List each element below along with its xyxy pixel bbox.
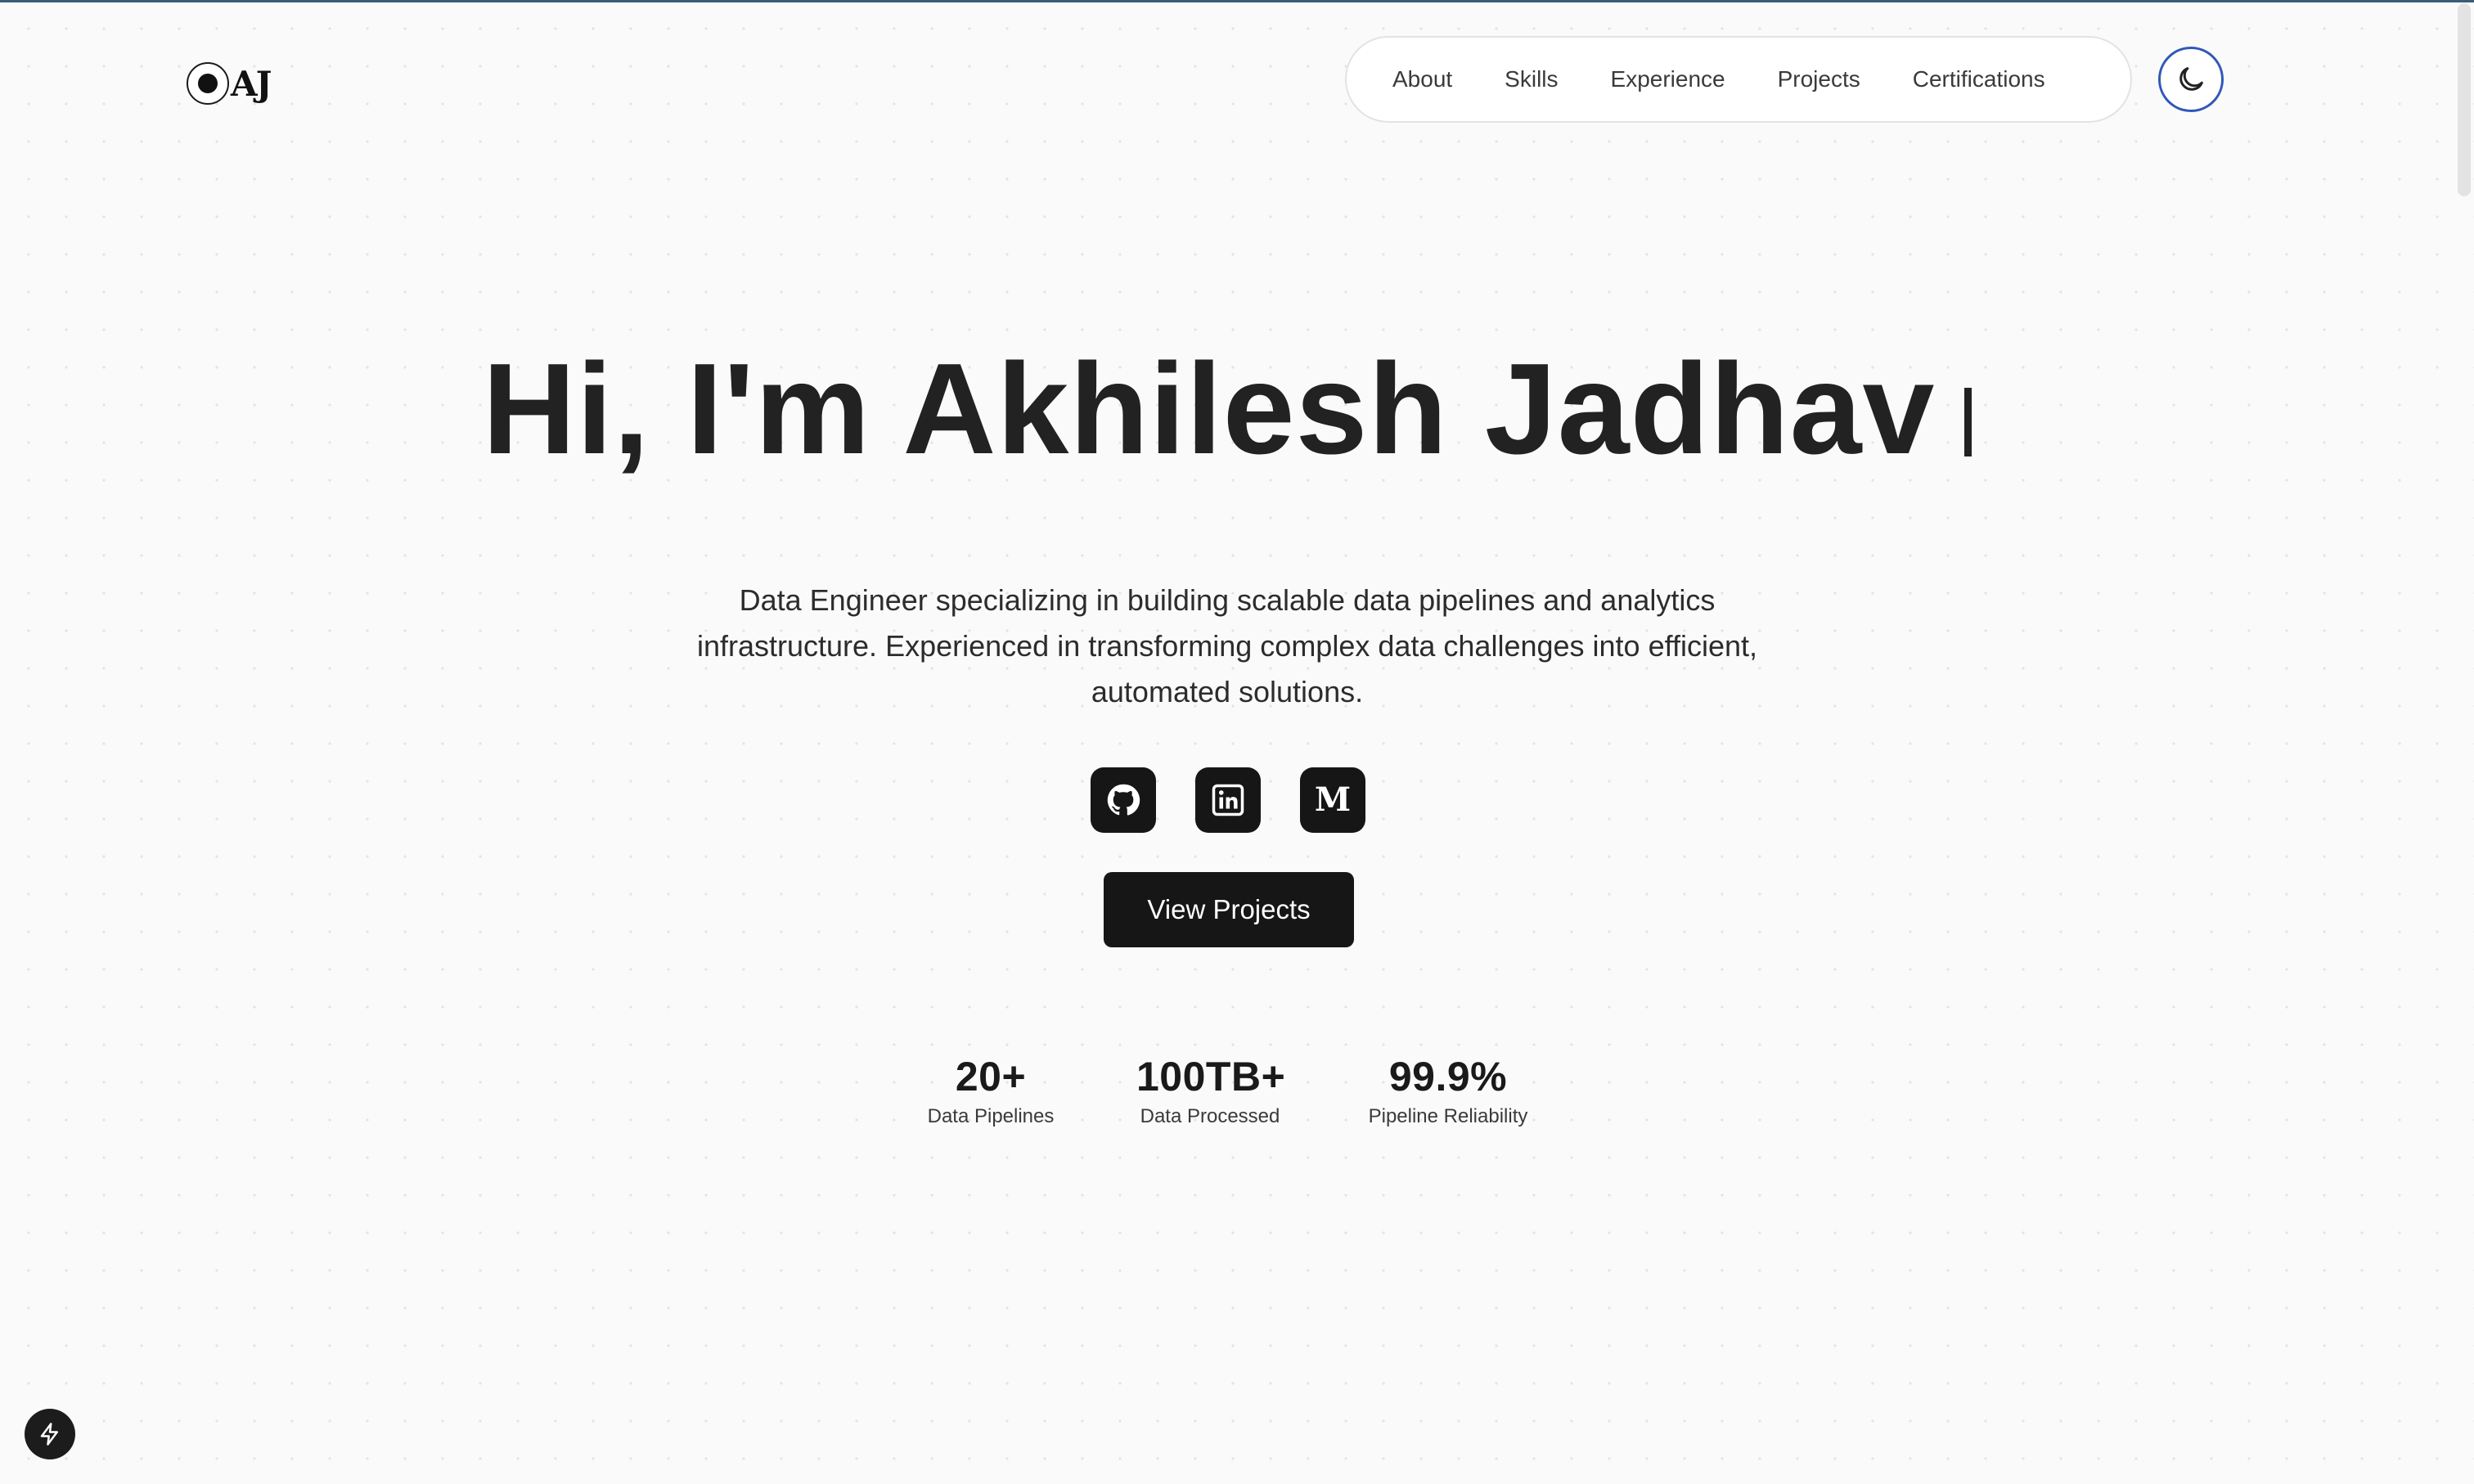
medium-icon: M (1314, 780, 1352, 819)
social-links: M (1091, 767, 1365, 833)
nav-item-certifications[interactable]: Certifications (1913, 66, 2045, 92)
devtools-bolt-button[interactable] (25, 1409, 75, 1459)
view-projects-button[interactable]: View Projects (1104, 872, 1354, 947)
hero-title-text: Hi, I'm Akhilesh Jadhav (482, 337, 1936, 481)
linkedin-icon (1212, 784, 1244, 816)
nav-item-experience[interactable]: Experience (1611, 66, 1725, 92)
top-accent-line (0, 0, 2474, 2)
theme-toggle-button[interactable] (2158, 47, 2224, 112)
medium-link[interactable]: M (1300, 767, 1365, 833)
github-icon (1107, 784, 1140, 816)
nav-item-skills[interactable]: Skills (1505, 66, 1558, 92)
stat-pipeline-reliability: 99.9% Pipeline Reliability (1362, 1050, 1534, 1129)
logo[interactable]: AJ (187, 57, 272, 110)
linkedin-link[interactable] (1195, 767, 1261, 833)
stat-data-pipelines: 20+ Data Pipelines (924, 1050, 1058, 1129)
nav-item-projects[interactable]: Projects (1778, 66, 1860, 92)
stat-label: Pipeline Reliability (1368, 1105, 1528, 1127)
typing-cursor (1964, 388, 1972, 456)
logo-text: AJ (231, 63, 272, 104)
stat-value: 100TB+ (1136, 1054, 1286, 1100)
bolt-icon (40, 1423, 58, 1446)
scrollbar[interactable] (2451, 0, 2474, 1484)
stat-data-processed: 100TB+ Data Processed (1136, 1050, 1286, 1129)
github-link[interactable] (1091, 767, 1156, 833)
stat-label: Data Pipelines (927, 1105, 1055, 1127)
stat-value: 20+ (955, 1054, 1027, 1100)
hero-title: Hi, I'm Akhilesh Jadhav (0, 327, 2454, 491)
scrollbar-thumb[interactable] (2458, 3, 2471, 196)
moon-icon (2179, 67, 2203, 91)
nav-item-about[interactable]: About (1392, 66, 1452, 92)
stat-value: 99.9% (1388, 1054, 1508, 1100)
stat-label: Data Processed (1140, 1105, 1280, 1127)
hero-description: Data Engineer specializing in building s… (696, 583, 1758, 708)
main-nav: About Skills Experience Projects Certifi… (1345, 36, 2132, 123)
logo-circle-icon (187, 62, 229, 105)
